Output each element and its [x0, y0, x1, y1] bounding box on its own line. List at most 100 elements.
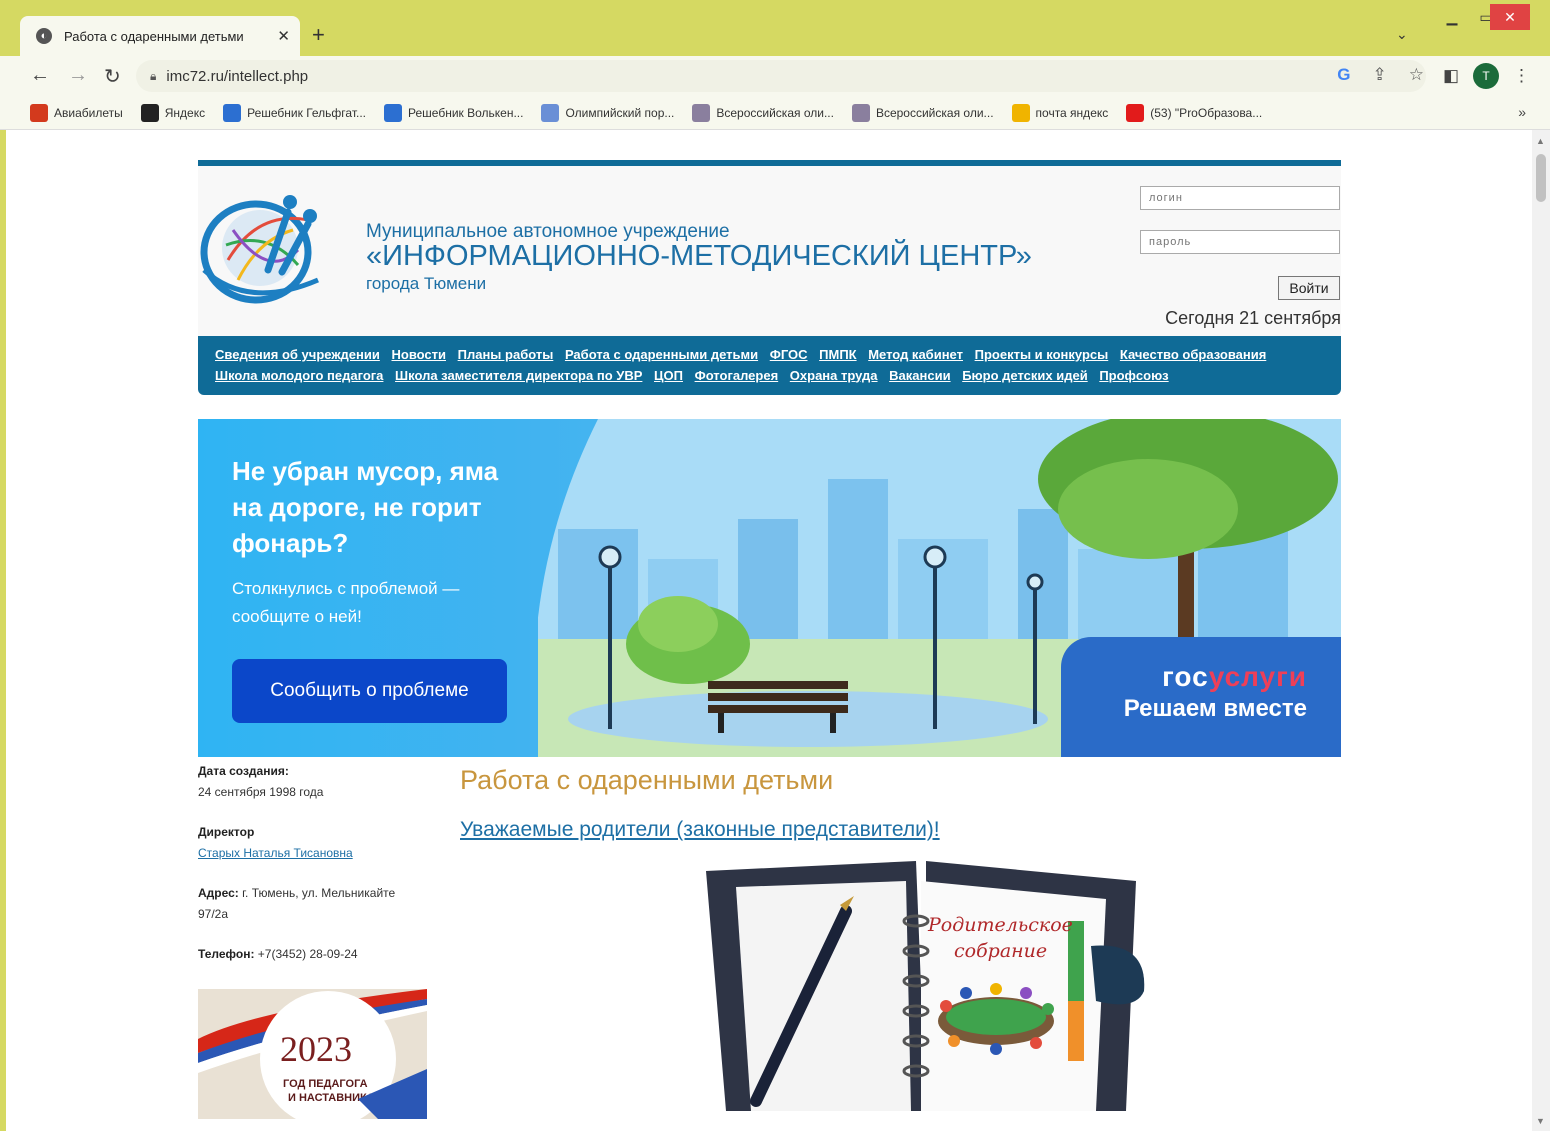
- menu-link[interactable]: Охрана труда: [790, 368, 878, 383]
- gosuslugi-logo: госуслуги: [1162, 661, 1307, 693]
- bookmark-item[interactable]: Решебник Волькен...: [384, 103, 523, 122]
- menu-link[interactable]: Работа с одаренными детьми: [565, 347, 758, 362]
- menu-link[interactable]: Проекты и конкурсы: [975, 347, 1109, 362]
- bookmark-item[interactable]: (53) "ProОбразова...: [1126, 103, 1262, 122]
- bookmark-label: Яндекс: [164, 105, 206, 120]
- bookmark-label: Решебник Гельфгат...: [247, 105, 366, 120]
- mail-icon: [1011, 103, 1030, 122]
- page-scrollbar[interactable]: ▲ ▼: [1532, 130, 1550, 1131]
- bookmark-label: Авиабилеты: [54, 105, 123, 120]
- travel-bag-icon: [30, 103, 48, 122]
- address-bar-actions: G ⇪ ☆: [1337, 65, 1424, 85]
- tab-search-chevron-icon[interactable]: ⌄: [1396, 26, 1408, 43]
- content-area: Дата создания: 24 сентября 1998 года Дир…: [198, 757, 1341, 1131]
- menu-link[interactable]: ФГОС: [770, 347, 808, 362]
- menu-link[interactable]: Метод кабинет: [868, 347, 963, 362]
- bookmark-item[interactable]: Яндекс: [140, 103, 206, 122]
- tab-title: Работа с одаренными детьми: [64, 28, 244, 44]
- report-problem-button[interactable]: Сообщить о проблеме: [232, 659, 507, 723]
- scroll-down-icon[interactable]: ▼: [1536, 1116, 1545, 1126]
- imc-logo: [200, 195, 319, 304]
- year-number: 2023: [280, 1029, 352, 1069]
- page-title: Работа с одаренными детьми: [460, 765, 834, 795]
- bookmark-item[interactable]: Решебник Гельфгат...: [223, 103, 366, 122]
- scrollbar-thumb[interactable]: [1536, 154, 1546, 202]
- share-icon[interactable]: ⇪: [1373, 65, 1387, 85]
- page-viewport: Муниципальное автономное учреждение «ИНФ…: [6, 130, 1550, 1131]
- director-link[interactable]: Старых Наталья Тисановна: [198, 846, 353, 860]
- bookmark-label: почта яндекс: [1035, 105, 1109, 120]
- org-city: города Тюмени: [366, 274, 487, 293]
- bookmark-label: Олимпийский пор...: [565, 105, 675, 120]
- banner-subtext: Столкнулись с проблемой — сообщите о ней…: [232, 579, 460, 626]
- main-content: Работа с одаренными детьми Уважаемые род…: [460, 765, 1340, 1111]
- bookmarks-overflow-icon[interactable]: »: [1518, 104, 1526, 120]
- menu-link[interactable]: Фотогалерея: [695, 368, 779, 383]
- gosuslugi-banner[interactable]: Не убран мусор, яма на дороге, не горит …: [198, 419, 1341, 757]
- main-menu: Сведения об учреждении Новости Планы раб…: [198, 336, 1341, 395]
- menu-link[interactable]: ЦОП: [654, 368, 683, 383]
- reload-icon[interactable]: ↻: [104, 64, 121, 89]
- menu-link[interactable]: Вакансии: [889, 368, 950, 383]
- bookmark-item[interactable]: Олимпийский пор...: [541, 103, 675, 122]
- bookmark-item[interactable]: Авиабилеты: [30, 103, 123, 122]
- url-text[interactable]: imc72.ru/intellect.php: [166, 68, 308, 85]
- menu-link[interactable]: ПМПК: [819, 347, 856, 362]
- director-label: Директор: [198, 825, 255, 839]
- parent-meeting-illustration: Родительское собрание: [706, 861, 1145, 1111]
- bookmark-item[interactable]: Всероссийская оли...: [692, 103, 834, 122]
- menu-link[interactable]: Школа заместителя директора по УВР: [395, 368, 642, 383]
- gosuslugi-panel: госуслуги Решаем вместе: [1061, 637, 1341, 757]
- menu-link[interactable]: Новости: [391, 347, 446, 362]
- login-button[interactable]: Войти: [1278, 276, 1340, 300]
- svg-text:ГОД ПЕДАГОГА: ГОД ПЕДАГОГА: [283, 1078, 368, 1090]
- olympiad-emblem-icon: [692, 103, 711, 122]
- address-bar[interactable]: 🔒︎ imc72.ru/intellect.php: [136, 60, 1426, 92]
- year-of-teacher-banner[interactable]: 2023 ГОД ПЕДАГОГА И НАСТАВНИКА: [198, 988, 427, 1127]
- bookmark-item[interactable]: Всероссийская оли...: [851, 103, 994, 122]
- menu-kebab-icon[interactable]: ⋮: [1513, 66, 1530, 86]
- side-panel-icon[interactable]: ◧: [1443, 66, 1459, 86]
- menu-link[interactable]: Бюро детских идей: [962, 368, 1087, 383]
- profile-avatar[interactable]: T: [1473, 63, 1499, 89]
- bookmark-item[interactable]: почта яндекс: [1011, 103, 1109, 122]
- parents-announcement-link[interactable]: Уважаемые родители (законные представите…: [460, 818, 940, 841]
- google-translate-icon[interactable]: G: [1337, 65, 1350, 85]
- director-block: Директор Старых Наталья Тисановна: [198, 822, 428, 863]
- menu-link[interactable]: Планы работы: [458, 347, 554, 362]
- menu-link[interactable]: Качество образования: [1120, 347, 1266, 362]
- login-input[interactable]: [1140, 186, 1340, 210]
- meeting-caption-1: Родительское: [927, 914, 1073, 936]
- yandex-icon: [140, 103, 159, 122]
- browser-toolbar: ← → ↻ 🔒︎ imc72.ru/intellect.php G ⇪ ☆ ◧ …: [0, 56, 1550, 96]
- site-container: Муниципальное автономное учреждение «ИНФ…: [198, 160, 1341, 1131]
- window-close-icon[interactable]: ✕: [1490, 4, 1530, 30]
- browser-tab-active[interactable]: ◐ Работа с одаренными детьми ✕: [20, 16, 300, 56]
- sidebar: Дата создания: 24 сентября 1998 года Дир…: [198, 761, 428, 1127]
- scroll-up-icon[interactable]: ▲: [1536, 136, 1545, 146]
- bookmark-star-icon[interactable]: ☆: [1409, 65, 1424, 85]
- reshebnik-icon: [384, 103, 402, 122]
- phone-block: Телефон: +7(3452) 28-09-24: [198, 944, 428, 965]
- created-label: Дата создания:: [198, 764, 289, 778]
- phone-label: Телефон:: [198, 947, 255, 961]
- olympiad-emblem-icon: [851, 103, 870, 122]
- address-block: Адрес: г. Тюмень, ул. Мельникайте 97/2а: [198, 883, 428, 924]
- back-icon[interactable]: ←: [30, 64, 50, 87]
- tab-close-icon[interactable]: ✕: [277, 27, 290, 45]
- today-date: Сегодня 21 сентября: [1165, 308, 1341, 328]
- forward-icon[interactable]: →: [68, 64, 88, 87]
- tab-strip: ◐ Работа с одаренными детьми ✕ + ⌄ ▁ ▭ ✕: [0, 0, 1550, 56]
- password-input[interactable]: [1140, 230, 1340, 254]
- meeting-caption-2: собрание: [954, 940, 1047, 962]
- globe-icon: ◐: [36, 28, 52, 44]
- gosuslugi-logo-part1: гос: [1162, 661, 1209, 692]
- menu-link[interactable]: Профсоюз: [1099, 368, 1168, 383]
- menu-link[interactable]: Сведения об учреждении: [215, 347, 380, 362]
- new-tab-icon[interactable]: +: [312, 22, 325, 48]
- olympiad-icon: [541, 103, 560, 122]
- created-value: 24 сентября 1998 года: [198, 784, 324, 799]
- menu-link[interactable]: Школа молодого педагога: [215, 368, 383, 383]
- lock-icon[interactable]: 🔒︎: [150, 69, 156, 84]
- banner-headline: Не убран мусор, яма на дороге, не горит …: [232, 456, 499, 558]
